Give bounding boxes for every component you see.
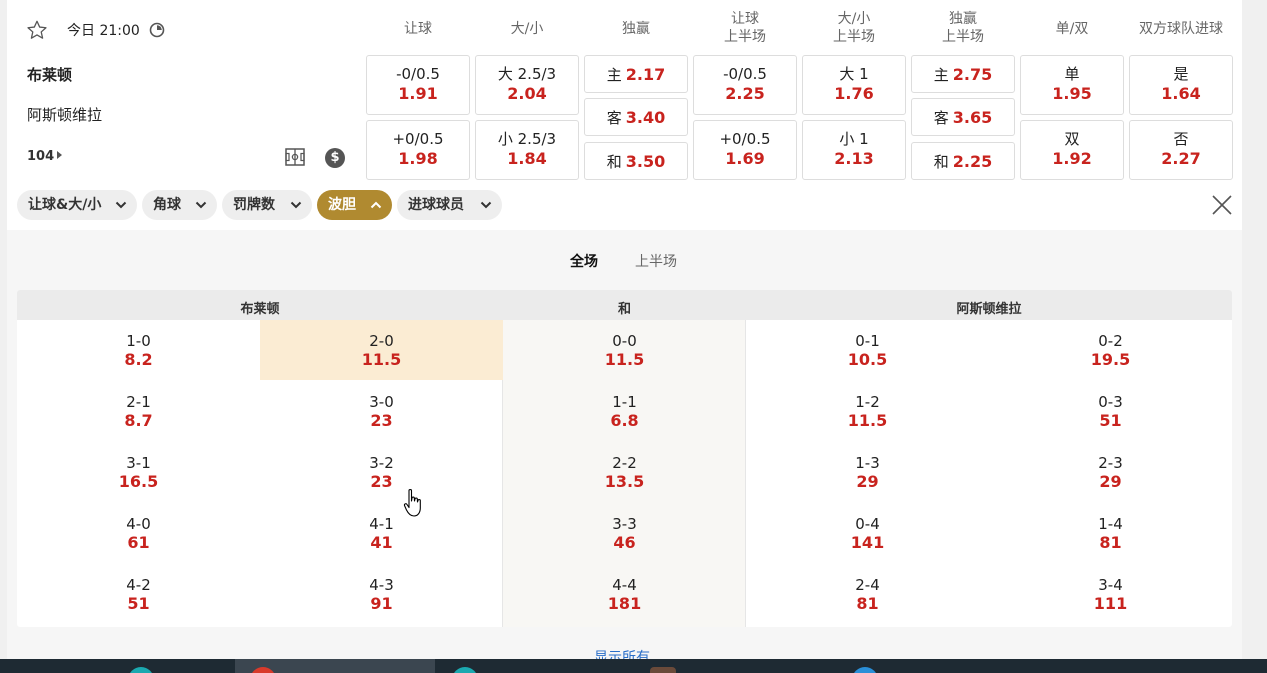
odds-button-hdp-1h-home[interactable]: -0/0.5 2.25 (693, 55, 797, 115)
tab-first-half[interactable]: 上半场 (635, 251, 677, 271)
odds-button-over[interactable]: 大 2.5/3 2.04 (475, 55, 579, 115)
odds-button-under[interactable]: 小 2.5/3 1.84 (475, 120, 579, 180)
score-cell[interactable]: 1-4 81 (989, 503, 1232, 563)
header-over-under: 大/小 (510, 21, 544, 37)
odds-button-1x2-draw[interactable]: 和 3.50 (584, 142, 688, 180)
star-icon[interactable] (26, 19, 48, 41)
odds-button-under-1h[interactable]: 小 1 2.13 (802, 120, 906, 180)
odds-button-odd[interactable]: 单 1.95 (1020, 55, 1124, 115)
cashout-icon[interactable]: $ (325, 148, 345, 168)
hand-cursor-icon (403, 489, 421, 517)
odds-button-1x2-1h-away[interactable]: 客 3.65 (911, 98, 1015, 136)
score-cell[interactable]: 3-2 23 (260, 442, 503, 502)
taskbar (0, 659, 1267, 673)
header-handicap-1h: 让球 上半场 (724, 11, 766, 45)
odds-button-hdp-1h-away[interactable]: +0/0.5 1.69 (693, 120, 797, 180)
chevron-down-icon (195, 201, 207, 209)
header-1x2: 独赢 (622, 21, 650, 37)
score-cell-draw[interactable]: 1-1 6.8 (503, 381, 746, 441)
grid-header-away: 阿斯顿维拉 (956, 302, 1022, 317)
odds-button-1x2-away[interactable]: 客 3.40 (584, 98, 688, 136)
score-cell[interactable]: 0-4 141 (746, 503, 989, 563)
grid-header-draw: 和 (617, 302, 631, 317)
score-cell[interactable]: 4-2 51 (17, 564, 260, 624)
header-btts: 双方球队进球 (1139, 21, 1223, 37)
score-cell[interactable]: 1-2 11.5 (746, 381, 989, 441)
taskbar-app-icon[interactable] (650, 667, 676, 673)
score-cell-draw[interactable]: 3-3 46 (503, 503, 746, 563)
score-cell-draw[interactable]: 2-2 13.5 (503, 442, 746, 502)
match-card: 今日 21:00 布莱顿 阿斯顿维拉 104 $ 让球 大/小 独赢 让球 上半场… (7, 0, 1242, 673)
score-cell[interactable]: 0-2 19.5 (989, 320, 1232, 380)
filter-handicap-ou[interactable]: 让球&大/小 (17, 190, 137, 220)
score-cell[interactable]: 4-1 41 (260, 503, 503, 563)
odds-button-1x2-1h-home[interactable]: 主 2.75 (911, 55, 1015, 93)
score-cell[interactable]: 3-0 23 (260, 381, 503, 441)
close-icon[interactable] (1211, 194, 1233, 216)
odds-button-hdp-away[interactable]: +0/0.5 1.98 (366, 120, 470, 180)
caret-right-icon (57, 151, 63, 159)
odds-button-hdp-home[interactable]: -0/0.5 1.91 (366, 55, 470, 115)
grid-header-home: 布莱顿 (240, 302, 280, 317)
chevron-down-icon (480, 201, 492, 209)
filter-correct-score[interactable]: 波胆 (317, 190, 392, 220)
score-cell[interactable]: 2-3 29 (989, 442, 1232, 502)
odds-button-btts-no[interactable]: 否 2.27 (1129, 120, 1233, 180)
markets-count: 104 (27, 149, 55, 164)
live-clock-icon (149, 22, 165, 38)
chevron-down-icon (115, 201, 127, 209)
match-time: 今日 21:00 (67, 23, 140, 39)
match-header: 今日 21:00 布莱顿 阿斯顿维拉 104 $ 让球 大/小 独赢 让球 上半场… (7, 0, 1242, 185)
score-cell[interactable]: 4-3 91 (260, 564, 503, 624)
filter-corners[interactable]: 角球 (142, 190, 217, 220)
score-cell[interactable]: 0-1 10.5 (746, 320, 989, 380)
header-over-under-1h: 大/小 上半场 (833, 11, 875, 45)
tab-full-time[interactable]: 全场 (570, 251, 598, 271)
odds-button-even[interactable]: 双 1.92 (1020, 120, 1124, 180)
score-cell-draw[interactable]: 0-0 11.5 (503, 320, 746, 380)
more-markets-link[interactable]: 104 (27, 149, 63, 164)
header-handicap: 让球 (404, 21, 432, 37)
score-cell[interactable]: 3-4 111 (989, 564, 1232, 624)
pitch-icon[interactable] (285, 148, 305, 166)
grid-header: 布莱顿 和 阿斯顿维拉 (17, 290, 1232, 320)
odds-button-1x2-home[interactable]: 主 2.17 (584, 55, 688, 93)
filter-cards[interactable]: 罚牌数 (222, 190, 312, 220)
score-cell-draw[interactable]: 4-4 181 (503, 564, 746, 624)
score-cell[interactable]: 1-3 29 (746, 442, 989, 502)
filter-goalscorer[interactable]: 进球球员 (397, 190, 502, 220)
score-cell[interactable]: 0-3 51 (989, 381, 1232, 441)
chevron-down-icon (290, 201, 302, 209)
correct-score-grid: 布莱顿 和 阿斯顿维拉 1-0 8.2 2-0 11.5 2-1 8.7 3-0 23 … (17, 290, 1232, 627)
home-team-name: 布莱顿 (27, 66, 73, 84)
correct-score-panel: 全场 上半场 布莱顿 和 阿斯顿维拉 1-0 8.2 2-0 11.5 2-1 8.7… (7, 230, 1242, 673)
away-team-name: 阿斯顿维拉 (27, 106, 103, 124)
score-cell[interactable]: 3-1 16.5 (17, 442, 260, 502)
odds-button-btts-yes[interactable]: 是 1.64 (1129, 55, 1233, 115)
score-cell[interactable]: 4-0 61 (17, 503, 260, 563)
score-cell-highlighted[interactable]: 2-0 11.5 (260, 320, 503, 380)
odds-button-over-1h[interactable]: 大 1 1.76 (802, 55, 906, 115)
odds-button-1x2-1h-draw[interactable]: 和 2.25 (911, 142, 1015, 180)
header-1x2-1h: 独赢 上半场 (942, 11, 984, 45)
score-cell[interactable]: 2-1 8.7 (17, 381, 260, 441)
score-cell[interactable]: 1-0 8.2 (17, 320, 260, 380)
score-cell[interactable]: 2-4 81 (746, 564, 989, 624)
header-odd-even: 单/双 (1055, 21, 1089, 37)
chevron-up-icon (370, 201, 382, 209)
